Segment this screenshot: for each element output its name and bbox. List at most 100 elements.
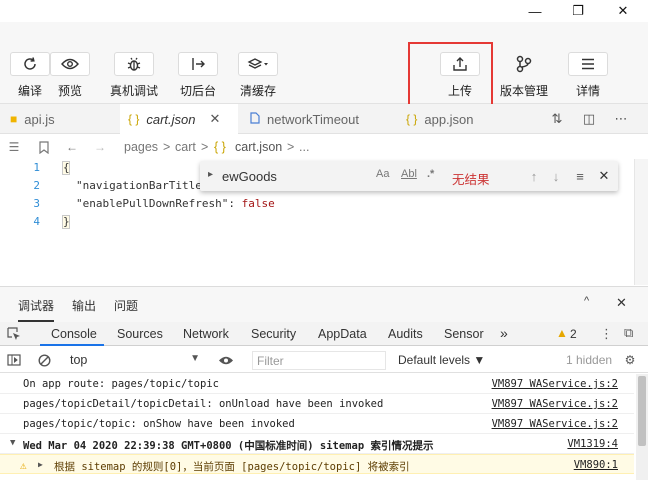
forward-arrow-icon[interactable]: → — [92, 139, 108, 155]
preview-button[interactable]: 预览 — [50, 52, 90, 99]
compile-button[interactable]: 编译 — [10, 52, 50, 99]
file-icon — [250, 111, 260, 127]
real-device-debug-button[interactable]: 真机调试 — [110, 52, 158, 99]
close-find-icon[interactable]: ✕ — [596, 167, 612, 185]
tab-console[interactable]: Console — [40, 322, 104, 346]
breadcrumb-item[interactable]: cart.json — [235, 140, 282, 154]
find-in-selection-icon[interactable]: ≡ — [572, 167, 588, 185]
log-row[interactable]: pages/topic/topic: onShow have been invo… — [0, 414, 634, 434]
compile-label: 编译 — [17, 84, 42, 98]
upload-icon — [440, 52, 480, 76]
js-file-icon: ■ — [10, 112, 18, 126]
close-panel-icon[interactable]: ✕ — [616, 295, 627, 311]
tab-audits[interactable]: Audits — [388, 322, 423, 346]
minimize-button[interactable]: — — [512, 0, 558, 22]
regex-icon[interactable]: .* — [427, 168, 434, 180]
chevron-down-icon: ▼ — [190, 353, 200, 364]
log-source-link[interactable]: VM1319:4 — [567, 438, 618, 450]
close-window-button[interactable]: ✕ — [600, 0, 646, 22]
menu-icon — [568, 52, 608, 76]
warning-count[interactable]: 2 — [570, 327, 577, 341]
upload-label: 上传 — [447, 84, 472, 98]
maximize-button[interactable]: ❐ — [555, 0, 601, 22]
expand-replace-icon[interactable]: ▸ — [208, 169, 213, 180]
log-message: pages/topic/topic: onShow have been invo… — [23, 418, 295, 430]
close-tab-icon[interactable]: ✕ — [210, 111, 221, 127]
breadcrumb-item[interactable]: pages — [124, 140, 158, 154]
inspect-element-icon[interactable] — [6, 326, 22, 342]
filter-input[interactable]: Filter — [252, 351, 386, 370]
clear-console-icon[interactable] — [36, 352, 52, 368]
clear-cache-button[interactable]: 清缓存 — [238, 52, 278, 99]
editor-scrollbar[interactable] — [634, 159, 648, 285]
preview-label: 预览 — [57, 84, 82, 98]
switch-background-button[interactable]: 切后台 — [178, 52, 218, 99]
next-match-icon[interactable]: ↓ — [548, 167, 564, 185]
log-source-link[interactable]: VM890:1 — [574, 459, 618, 471]
breadcrumb-item[interactable]: cart — [175, 140, 196, 154]
caret-up-icon[interactable]: ^ — [584, 295, 589, 307]
tab-network-timeout[interactable]: networkTimeout — [238, 104, 398, 134]
real-device-debug-label: 真机调试 — [110, 84, 159, 98]
clear-cache-label: 清缓存 — [239, 84, 276, 98]
tab-problems[interactable]: 问题 — [114, 297, 138, 314]
list-icon[interactable]: ☰ — [6, 139, 22, 155]
show-sidebar-icon[interactable] — [6, 352, 22, 368]
toolbar: 编译 预览 真机调试 切后台 清缓存 上传 版本管理 详情 — [0, 22, 648, 104]
devtools-menu-icon[interactable]: ⋮ — [600, 326, 613, 342]
line-number: 1 — [33, 161, 40, 174]
previous-match-icon[interactable]: ↑ — [526, 167, 542, 185]
log-source-link[interactable]: VM897 WAService.js:2 — [492, 378, 618, 390]
tab-cart-json[interactable]: { } cart.json ✕ — [120, 104, 238, 134]
log-warning-row[interactable]: ⚠ ▶ 根据 sitemap 的规则[0]，当前页面 [pages/topic/… — [0, 454, 634, 474]
eye-icon[interactable] — [218, 352, 234, 368]
find-input[interactable]: ewGoods — [222, 169, 277, 184]
tab-security[interactable]: Security — [251, 322, 296, 346]
scrollbar-thumb[interactable] — [638, 376, 646, 446]
bookmark-icon[interactable] — [36, 139, 52, 155]
log-row[interactable]: On app route: pages/topic/topic VM897 WA… — [0, 374, 634, 394]
log-message: 根据 sitemap 的规则[0]，当前页面 [pages/topic/topi… — [54, 461, 410, 473]
find-widget: ▸ ewGoods Aa Abl .* 无结果 ↑ ↓ ≡ ✕ — [200, 161, 618, 191]
log-levels-dropdown[interactable]: Default levels ▼ — [398, 353, 485, 367]
code-value: false — [241, 197, 275, 210]
switch-background-label: 切后台 — [179, 84, 216, 98]
log-row[interactable]: pages/topicDetail/topicDetail: onUnload … — [0, 394, 634, 414]
log-group-row[interactable]: ▼ Wed Mar 04 2020 22:39:38 GMT+0800 (中国标… — [0, 434, 634, 454]
tab-network[interactable]: Network — [183, 322, 229, 346]
json-file-icon: { } — [214, 140, 226, 154]
tab-output[interactable]: 输出 — [72, 297, 96, 314]
line-number: 2 — [33, 179, 40, 192]
undock-icon[interactable]: ⧉ — [624, 325, 633, 341]
breadcrumb-item[interactable]: ... — [299, 140, 309, 154]
tab-appdata[interactable]: AppData — [318, 322, 367, 346]
console-log-list: On app route: pages/topic/topic VM897 WA… — [0, 374, 648, 480]
log-source-link[interactable]: VM897 WAService.js:2 — [492, 398, 618, 410]
tab-label: cart.json — [146, 111, 196, 127]
log-source-link[interactable]: VM897 WAService.js:2 — [492, 418, 618, 430]
log-message: On app route: pages/topic/topic — [23, 378, 219, 390]
whole-word-icon[interactable]: Abl — [401, 168, 417, 180]
split-editor-icon[interactable]: ◫ — [580, 110, 598, 128]
tab-label: app.json — [424, 111, 474, 127]
context-selector[interactable]: top ▼ — [70, 353, 200, 367]
more-tabs-icon[interactable]: » — [500, 322, 508, 346]
tab-app-json[interactable]: { } app.json — [398, 104, 508, 134]
tab-sensor[interactable]: Sensor — [444, 322, 484, 346]
tab-label: networkTimeout — [267, 111, 359, 127]
more-actions-icon[interactable]: ⋯ — [612, 110, 630, 128]
panel-tabs: 调试器 输出 问题 ^ ✕ — [0, 286, 648, 322]
compare-icon[interactable]: ⇅ — [548, 110, 566, 128]
expand-arrow-icon[interactable]: ▶ — [38, 460, 43, 469]
upload-button[interactable]: 上传 — [440, 52, 480, 99]
tab-api-js[interactable]: ■ api.js — [0, 104, 120, 134]
settings-gear-icon[interactable]: ⚙ — [622, 352, 638, 368]
tab-sources[interactable]: Sources — [117, 322, 163, 346]
tab-debugger[interactable]: 调试器 — [18, 297, 55, 322]
console-scrollbar[interactable] — [636, 374, 648, 480]
expand-arrow-icon[interactable]: ▼ — [10, 438, 15, 448]
details-button[interactable]: 详情 — [568, 52, 608, 99]
match-case-icon[interactable]: Aa — [376, 168, 389, 180]
version-management-button[interactable]: 版本管理 — [500, 52, 548, 99]
back-arrow-icon[interactable]: ← — [64, 139, 80, 155]
